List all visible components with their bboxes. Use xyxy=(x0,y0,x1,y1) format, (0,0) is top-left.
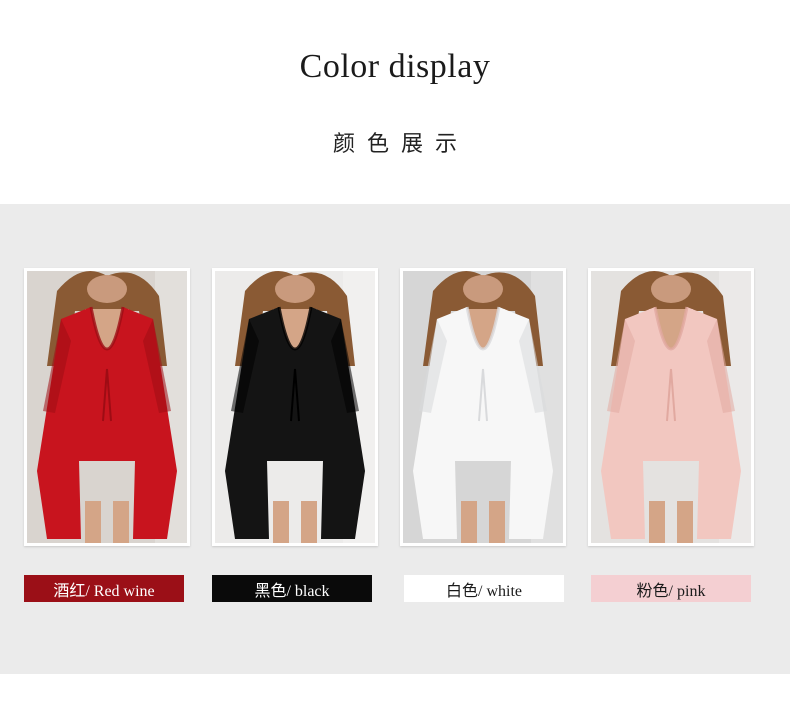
color-label-red-wine[interactable]: 酒红/ Red wine xyxy=(24,575,184,602)
product-photo-pink[interactable] xyxy=(588,268,754,546)
product-photo-black[interactable] xyxy=(212,268,378,546)
page-subtitle: 颜色展示 xyxy=(332,132,469,157)
product-photo-red-wine[interactable] xyxy=(24,268,190,546)
page-title: Color display xyxy=(299,48,491,85)
product-photo-white[interactable] xyxy=(400,268,566,546)
color-label-white[interactable]: 白色/ white xyxy=(404,575,564,602)
color-label-pink[interactable]: 粉色/ pink xyxy=(591,575,751,602)
color-label-black[interactable]: 黑色/ black xyxy=(212,575,372,602)
